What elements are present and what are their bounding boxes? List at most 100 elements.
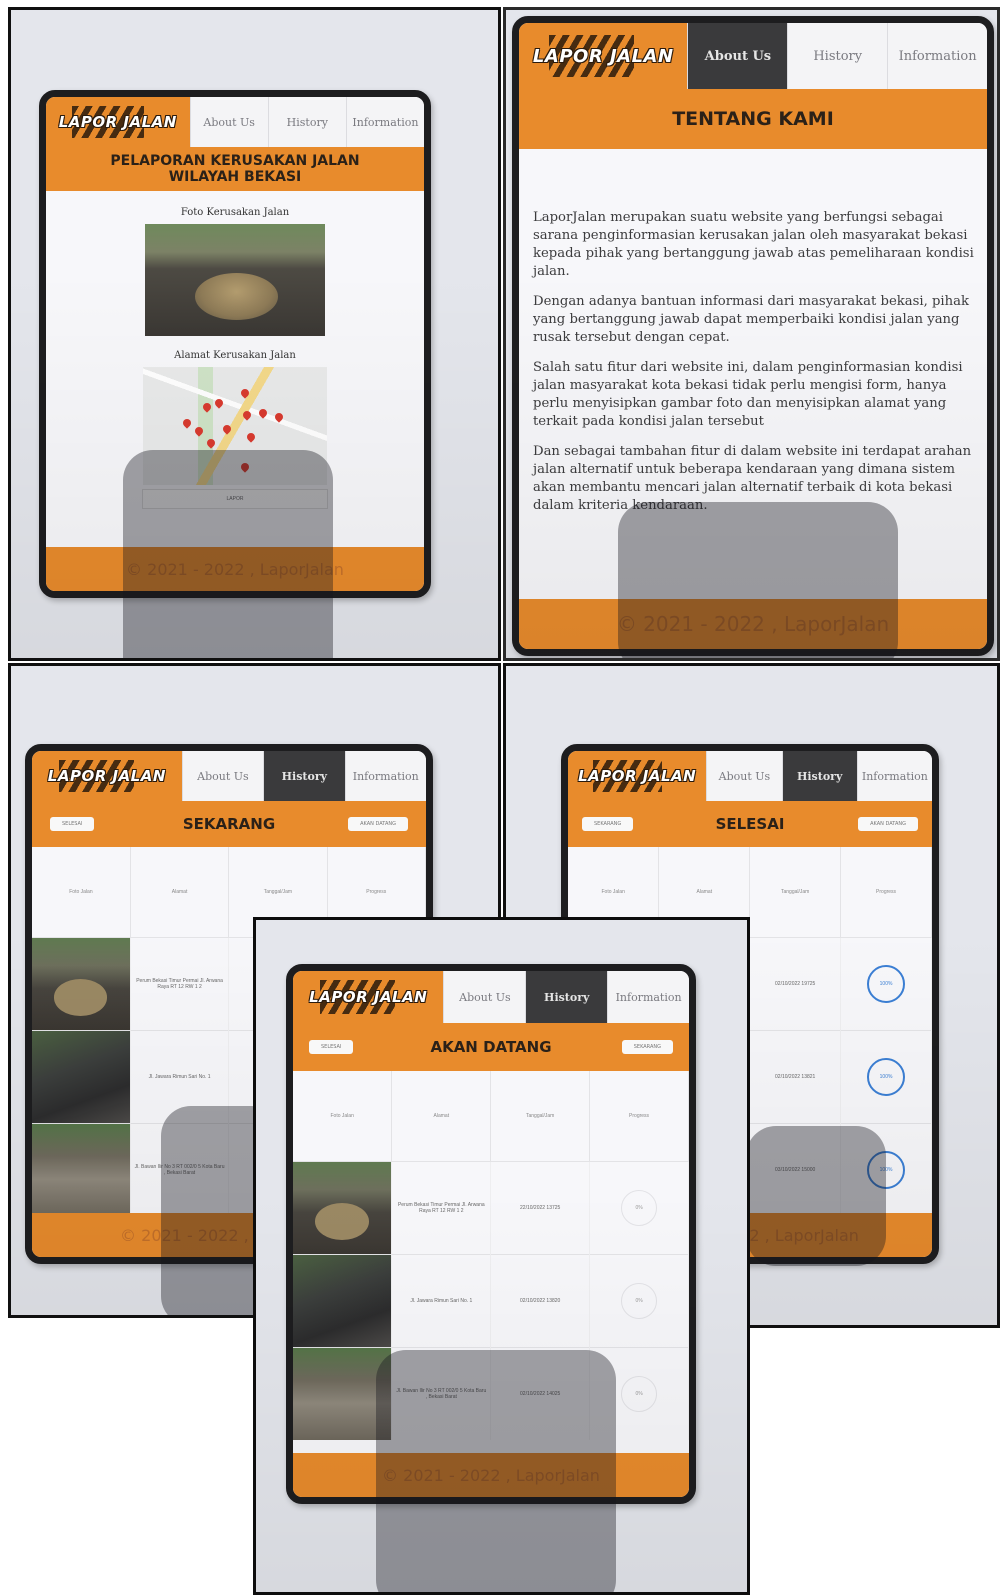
device-about: LAPOR JALAN About Us History Information… xyxy=(512,16,994,656)
row-photo xyxy=(293,1347,393,1440)
photo-akan-datang: LAPOR JALAN About Us History Information… xyxy=(253,917,750,1595)
page-title: SELESAI AKAN DATANG SEKARANG xyxy=(293,1023,689,1071)
road-photo-thumb[interactable] xyxy=(32,1031,130,1123)
row-progress: 100% xyxy=(840,937,932,1031)
row-tanggal: 02/10/2022 13820 xyxy=(490,1254,591,1348)
row-tanggal: 02/10/2022 19725 xyxy=(749,937,842,1031)
col-header-alamat: Alamat xyxy=(130,847,230,938)
tab-about-us[interactable]: About Us xyxy=(181,751,264,801)
map-pin-icon xyxy=(201,401,213,413)
table-row: Perum Bekasi Timur Permai Jl. Arwana Ray… xyxy=(293,1161,689,1255)
photo-about: LAPOR JALAN About Us History Information… xyxy=(503,7,1000,661)
col-header-foto: Foto Jalan xyxy=(293,1071,393,1162)
row-alamat: Perum Bekasi Timur Permai Jl. Arwana Ray… xyxy=(391,1161,492,1255)
road-photo-thumb[interactable] xyxy=(32,938,130,1030)
tab-about-us[interactable]: About Us xyxy=(706,751,782,801)
table-row: Jl. Bawan Ilir No 3 RT 002/0 5 Kota Baru… xyxy=(293,1347,689,1440)
road-photo-thumb[interactable] xyxy=(293,1348,392,1440)
page-title: PELAPORAN KERUSAKAN JALAN WILAYAH BEKASI xyxy=(46,147,424,191)
progress-ring: 100% xyxy=(867,1058,906,1096)
tab-history[interactable]: History xyxy=(781,751,857,801)
progress-ring: 0% xyxy=(621,1283,658,1319)
row-progress: 0% xyxy=(589,1347,689,1440)
page-title-text: SEKARANG xyxy=(182,815,276,833)
map-pin-icon xyxy=(241,409,253,421)
row-alamat: Jl. Jawara Rimun Sari No. 1 xyxy=(130,1030,230,1124)
footer: © 2021 - 2022 , LaporJalan xyxy=(293,1453,689,1497)
page-title-text: SELESAI xyxy=(715,815,785,833)
map-pin-icon xyxy=(193,425,205,437)
tab-information[interactable]: Information xyxy=(344,751,426,801)
progress-ring: 0% xyxy=(621,1376,658,1412)
row-tanggal: 02/10/2022 14025 xyxy=(490,1347,591,1440)
map-pin-icon xyxy=(239,461,251,473)
row-progress: 100% xyxy=(840,1030,932,1124)
about-paragraph: Salah satu fitur dari website ini, dalam… xyxy=(533,360,963,429)
logo[interactable]: LAPOR JALAN xyxy=(568,751,707,801)
lapor-button[interactable]: LAPOR xyxy=(142,489,328,509)
row-photo xyxy=(32,1030,131,1124)
akan-datang-button[interactable]: AKAN DATANG xyxy=(858,817,918,831)
tab-history[interactable]: History xyxy=(525,971,608,1023)
page-title: TENTANG KAMI xyxy=(519,89,987,149)
sekarang-button[interactable]: SEKARANG xyxy=(621,1040,673,1054)
row-photo xyxy=(293,1161,393,1255)
tab-information[interactable]: Information xyxy=(607,971,689,1023)
logo-text: LAPOR JALAN xyxy=(309,988,428,1006)
akan-datang-button[interactable]: AKAN DATANG xyxy=(348,817,408,831)
table-row: Jl. Jawara Rimun Sari No. 1 02/10/2022 1… xyxy=(293,1254,689,1348)
tab-about-us[interactable]: About Us xyxy=(687,23,788,89)
col-header-alamat: Alamat xyxy=(391,1071,492,1162)
logo[interactable]: LAPOR JALAN xyxy=(519,23,688,89)
map-pin-icon xyxy=(181,417,193,429)
about-paragraph: Dengan adanya bantuan informasi dari mas… xyxy=(533,294,969,345)
road-photo-thumb[interactable] xyxy=(293,1162,392,1254)
col-header-tanggal: Tanggal/Jam xyxy=(749,847,842,938)
device-home: LAPOR JALAN About Us History Information… xyxy=(39,90,431,598)
logo[interactable]: LAPOR JALAN xyxy=(46,97,190,147)
col-header-tanggal: Tanggal/Jam xyxy=(490,1071,591,1162)
progress-ring: 0% xyxy=(621,1190,658,1226)
progress-ring: 100% xyxy=(867,965,906,1003)
footer: © 2021 - 2022 , LaporJalan xyxy=(519,599,987,649)
selesai-button[interactable]: SELESAI xyxy=(309,1040,354,1054)
row-alamat: Jl. Bawan Ilir No 3 RT 002/0 5 Kota Baru… xyxy=(391,1347,492,1440)
logo[interactable]: LAPOR JALAN xyxy=(32,751,182,801)
row-alamat: Jl. Bawan Ilir No 3 RT 002/0 5 Kota Baru… xyxy=(130,1123,230,1213)
tab-about-us[interactable]: About Us xyxy=(443,971,526,1023)
row-tanggal: 03/10/2022 15000 xyxy=(749,1123,842,1213)
row-tanggal: 22/10/2022 13725 xyxy=(490,1161,591,1255)
sekarang-button[interactable]: SEKARANG xyxy=(582,817,634,831)
tab-information[interactable]: Information xyxy=(856,751,932,801)
logo-text: LAPOR JALAN xyxy=(532,45,674,67)
selesai-button[interactable]: SELESAI xyxy=(50,817,95,831)
logo-text: LAPOR JALAN xyxy=(47,767,166,785)
tab-about-us[interactable]: About Us xyxy=(189,97,268,147)
map-pin-icon xyxy=(245,431,257,443)
map-pin-icon xyxy=(273,411,285,423)
page-title: SEKARANG SELESAI AKAN DATANG xyxy=(568,801,932,847)
row-progress: 0% xyxy=(589,1161,689,1255)
road-damage-photo[interactable] xyxy=(145,224,325,336)
logo[interactable]: LAPOR JALAN xyxy=(293,971,444,1023)
history-table-area: Foto Jalan Alamat Tanggal/Jam Progress P… xyxy=(293,1071,689,1453)
address-label: Alamat Kerusakan Jalan xyxy=(174,350,296,361)
logo-text: LAPOR JALAN xyxy=(578,767,697,785)
tab-information[interactable]: Information xyxy=(345,97,424,147)
history-table: Foto Jalan Alamat Tanggal/Jam Progress P… xyxy=(293,1071,689,1440)
row-progress: 0% xyxy=(589,1254,689,1348)
road-photo-thumb[interactable] xyxy=(32,1124,130,1213)
tab-history[interactable]: History xyxy=(263,751,345,801)
tab-information[interactable]: Information xyxy=(887,23,987,89)
road-photo-thumb[interactable] xyxy=(293,1255,392,1347)
navbar: LAPOR JALAN About Us History Information xyxy=(568,751,932,801)
address-map[interactable] xyxy=(143,367,327,485)
pothole-shape xyxy=(195,273,279,321)
navbar: LAPOR JALAN About Us History Information xyxy=(519,23,987,89)
page-title-text: AKAN DATANG xyxy=(430,1038,552,1056)
col-header-progress: Progress xyxy=(589,1071,689,1162)
tab-history[interactable]: History xyxy=(267,97,346,147)
device-akan-datang: LAPOR JALAN About Us History Information… xyxy=(286,964,696,1504)
progress-ring: 100% xyxy=(867,1151,906,1189)
tab-history[interactable]: History xyxy=(787,23,888,89)
